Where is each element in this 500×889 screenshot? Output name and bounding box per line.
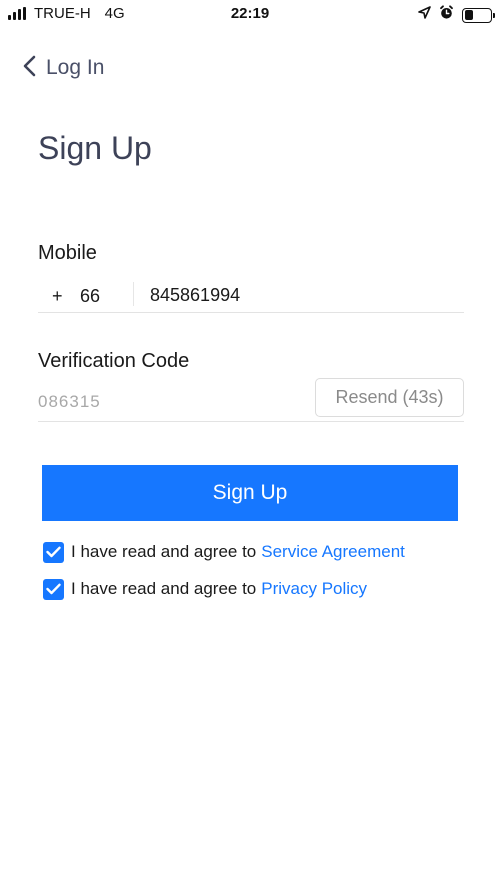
resend-code-button[interactable]: Resend (43s) (315, 378, 464, 417)
back-to-login-button[interactable]: Log In (22, 52, 104, 84)
mobile-field: + 66 (38, 280, 464, 313)
verification-code-input[interactable] (38, 388, 288, 416)
privacy-policy-link[interactable]: Privacy Policy (261, 579, 367, 599)
status-right (418, 5, 495, 25)
sign-up-button[interactable]: Sign Up (42, 465, 458, 521)
page-title: Sign Up (38, 130, 152, 166)
battery-icon (462, 7, 495, 23)
status-bar: TRUE-H 4G 22:19 (0, 0, 500, 30)
phone-number-input[interactable] (150, 282, 450, 308)
mobile-label: Mobile (38, 242, 97, 264)
location-arrow-icon (418, 6, 431, 24)
agreement-text: I have read and agree to (71, 579, 257, 598)
privacy-policy-row: I have read and agree to Privacy Policy (43, 578, 367, 600)
verification-code-field: Resend (43s) (38, 378, 464, 422)
service-agreement-checkbox[interactable] (43, 541, 64, 563)
country-code-prefix: + (52, 286, 63, 306)
checkmark-icon (46, 546, 61, 558)
alarm-clock-icon (439, 5, 454, 25)
agreement-text: I have read and agree to (71, 542, 257, 561)
checkmark-icon (46, 583, 61, 595)
back-label: Log In (46, 56, 105, 79)
verification-code-label: Verification Code (38, 350, 190, 372)
country-code-divider (133, 282, 134, 306)
service-agreement-link[interactable]: Service Agreement (261, 542, 405, 562)
country-code-selector[interactable]: 66 (80, 286, 100, 307)
battery-level (464, 10, 474, 20)
privacy-policy-checkbox[interactable] (43, 578, 64, 600)
service-agreement-row: I have read and agree to Service Agreeme… (43, 541, 405, 563)
chevron-left-icon (22, 55, 36, 82)
